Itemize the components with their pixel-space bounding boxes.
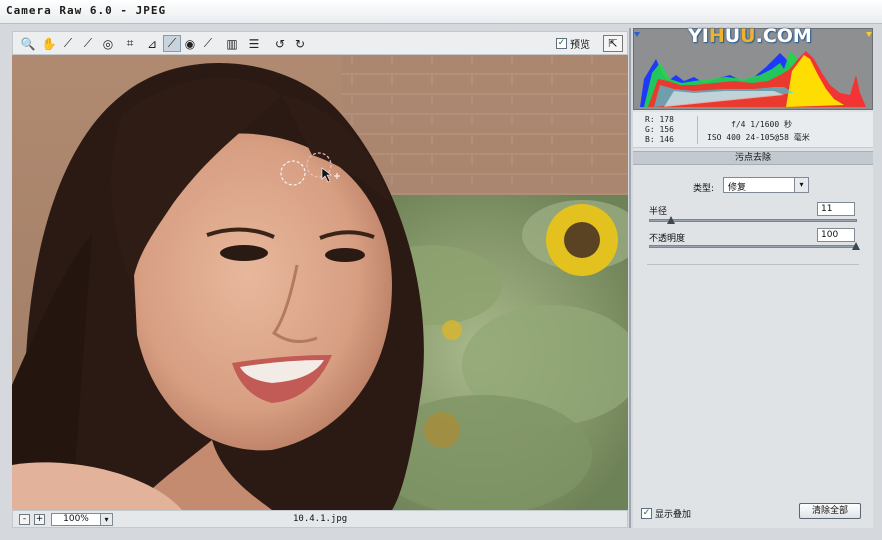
title-bar: Camera Raw 6.0 - JPEG [0, 0, 882, 24]
straighten-tool-icon[interactable]: ⊿ [143, 35, 161, 52]
spot-removal-tool-icon[interactable]: ⟋ [163, 35, 181, 52]
type-value: 修复 [728, 183, 747, 193]
spot-removal-header: 污点去除 [633, 151, 873, 165]
show-overlay-toggle[interactable]: ✓ 显示叠加 [641, 507, 691, 520]
graduated-filter-icon[interactable]: ▥ [223, 35, 241, 52]
preview-checkbox[interactable]: ✓ [556, 38, 567, 49]
zoom-level-value: 100% [63, 514, 89, 524]
camera-raw-window: 🔍 ✋ ⟋ ⟋ ◎ ⌗ ⊿ ⟋ ◉ ⟋ ▥ ☰ ↺ ↻ ✓ 预览 ⇱ - + 1… [0, 24, 882, 540]
opacity-slider[interactable] [649, 242, 860, 250]
sunflower [546, 204, 618, 276]
radius-label: 半径 [649, 207, 668, 217]
type-select[interactable]: 修复 ▾ [723, 177, 809, 193]
show-overlay-checkbox[interactable]: ✓ [641, 508, 652, 519]
zoom-level-select[interactable]: 100% ▾ [51, 513, 113, 526]
highlight-clipping-icon [866, 32, 872, 37]
shadow-clipping-icon [634, 32, 640, 37]
status-bar: - + 100% ▾ 10.4.1.jpg [12, 510, 628, 528]
exif-info: f/4 1/1600 秒 ISO 400 24-105@58 毫米 [707, 118, 810, 144]
radius-slider[interactable] [649, 216, 857, 224]
image-info: R: 178 G: 156 B: 146 f/4 1/1600 秒 ISO 40… [633, 112, 873, 148]
adjustment-brush-icon[interactable]: ⟋ [199, 35, 217, 52]
color-sampler-tool-icon[interactable]: ⟋ [79, 35, 97, 52]
crop-tool-icon[interactable]: ⌗ [121, 35, 139, 52]
opacity-label: 不透明度 [649, 234, 686, 244]
filename-label: 10.4.1.jpg [293, 514, 348, 524]
rotate-left-icon[interactable]: ↺ [271, 35, 289, 52]
image-preview[interactable] [12, 55, 628, 510]
clear-all-button[interactable]: 清除全部 [799, 503, 861, 519]
section-divider [647, 264, 859, 265]
chevron-down-icon[interactable]: ▾ [100, 514, 112, 525]
right-panel: R: 178 G: 156 B: 146 f/4 1/1600 秒 ISO 40… [633, 28, 873, 528]
opacity-input[interactable]: 100 [817, 228, 855, 242]
portrait-photo [12, 55, 628, 510]
opacity-slider-handle[interactable] [852, 242, 860, 250]
zoom-out-button[interactable]: - [19, 514, 30, 525]
rotate-right-icon[interactable]: ↻ [291, 35, 309, 52]
radius-input[interactable]: 11 [817, 202, 855, 216]
toolbar: 🔍 ✋ ⟋ ⟋ ◎ ⌗ ⊿ ⟋ ◉ ⟋ ▥ ☰ ↺ ↻ ✓ 预览 ⇱ [12, 31, 628, 55]
full-screen-button[interactable]: ⇱ [603, 35, 623, 52]
window-title: Camera Raw 6.0 - JPEG [6, 4, 167, 17]
show-overlay-label: 显示叠加 [655, 510, 692, 520]
hand-tool-icon[interactable]: ✋ [40, 35, 58, 52]
targeted-adjustment-tool-icon[interactable]: ◎ [99, 35, 117, 52]
panel-divider [629, 28, 631, 528]
radius-slider-handle[interactable] [666, 216, 675, 224]
preferences-icon[interactable]: ☰ [245, 35, 263, 52]
green-value: G: 156 [645, 125, 674, 134]
rgb-readout: R: 178 G: 156 B: 146 [645, 115, 674, 145]
zoom-in-button[interactable]: + [34, 514, 45, 525]
aperture-shutter: f/4 1/1600 秒 [731, 120, 792, 129]
white-balance-tool-icon[interactable]: ⟋ [59, 35, 77, 52]
watermark-logo: YIHUU.COM [688, 25, 812, 47]
zoom-tool-icon[interactable]: 🔍 [19, 35, 37, 52]
iso-focal-length: ISO 400 24-105@58 毫米 [707, 133, 810, 142]
blue-value: B: 146 [645, 135, 674, 144]
info-divider [697, 116, 698, 144]
red-value: R: 178 [645, 115, 674, 124]
red-eye-tool-icon[interactable]: ◉ [181, 35, 199, 52]
preview-label: 预览 [570, 40, 590, 51]
chevron-down-icon[interactable]: ▾ [794, 178, 808, 192]
preview-toggle[interactable]: ✓ 预览 [556, 36, 590, 51]
type-label: 类型: [693, 184, 715, 194]
